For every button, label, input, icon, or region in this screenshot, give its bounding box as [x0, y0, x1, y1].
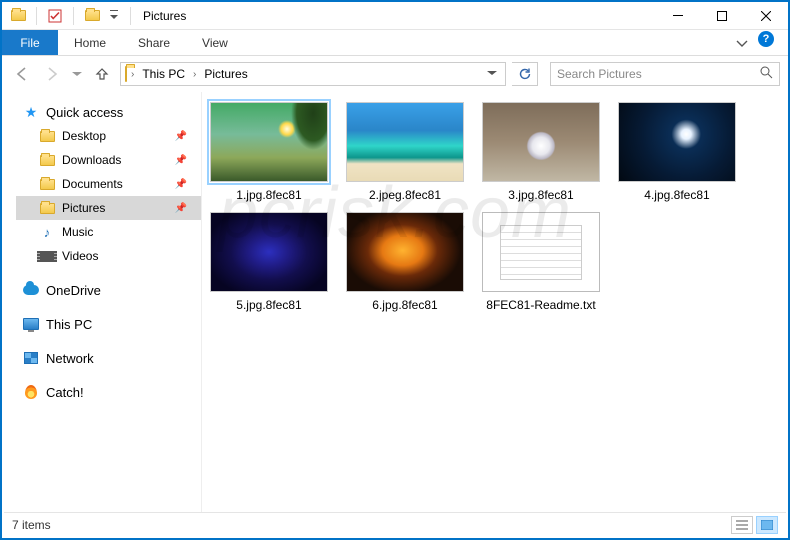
close-button[interactable]: [744, 2, 788, 30]
location-folder-icon: [125, 67, 127, 81]
sidebar-item-label: Downloads: [62, 153, 121, 167]
sidebar-label: Network: [46, 351, 94, 366]
file-name: 3.jpg.8fec81: [508, 188, 573, 202]
thumbnail-image: [210, 212, 328, 292]
recent-locations-icon[interactable]: [70, 62, 84, 86]
file-item[interactable]: 5.jpg.8fec81: [208, 212, 330, 312]
thumbnail-image: [210, 102, 328, 182]
sidebar-item-label: Pictures: [62, 201, 105, 215]
ribbon: File Home Share View ?: [2, 30, 788, 56]
quick-access-toolbar: [8, 6, 124, 26]
file-name: 5.jpg.8fec81: [236, 298, 301, 312]
star-icon: ★: [22, 103, 40, 121]
expand-ribbon-icon[interactable]: [728, 30, 756, 55]
sidebar-item-desktop[interactable]: Desktop 📌: [16, 124, 201, 148]
pin-icon: 📌: [175, 131, 187, 142]
sidebar-item-label: Videos: [62, 249, 98, 263]
forward-button[interactable]: [40, 62, 64, 86]
sidebar-item-label: Music: [62, 225, 93, 239]
file-name: 6.jpg.8fec81: [372, 298, 437, 312]
sidebar-catch[interactable]: Catch!: [16, 380, 201, 404]
folder-icon: [38, 247, 56, 265]
monitor-icon: [22, 315, 40, 333]
nav-row: › This PC › Pictures: [2, 56, 788, 92]
file-item[interactable]: 1.jpg.8fec81: [208, 102, 330, 202]
details-view-button[interactable]: [731, 516, 753, 534]
back-button[interactable]: [10, 62, 34, 86]
explorer-icon: [8, 6, 28, 26]
title-bar: Pictures: [2, 2, 788, 30]
tab-view[interactable]: View: [186, 30, 244, 55]
sidebar-onedrive[interactable]: OneDrive: [16, 278, 201, 302]
qat-newfolder-icon[interactable]: [82, 6, 102, 26]
search-input[interactable]: [557, 67, 760, 81]
sidebar-this-pc[interactable]: This PC: [16, 312, 201, 336]
search-icon[interactable]: [760, 66, 773, 82]
tab-share[interactable]: Share: [122, 30, 186, 55]
folder-icon: [38, 199, 56, 217]
item-count: 7 items: [12, 518, 51, 532]
breadcrumb-pictures[interactable]: Pictures: [200, 67, 251, 81]
pin-icon: 📌: [175, 179, 187, 190]
address-bar[interactable]: › This PC › Pictures: [120, 62, 506, 86]
sidebar-label: This PC: [46, 317, 92, 332]
address-dropdown-icon[interactable]: [483, 67, 501, 81]
folder-icon: ♪: [38, 223, 56, 241]
file-item[interactable]: 8FEC81-Readme.txt: [480, 212, 602, 312]
cloud-icon: [22, 281, 40, 299]
sidebar-item-music[interactable]: ♪ Music: [16, 220, 201, 244]
window-title: Pictures: [143, 9, 186, 23]
file-name: 4.jpg.8fec81: [644, 188, 709, 202]
sidebar-item-pictures[interactable]: Pictures 📌: [16, 196, 201, 220]
sidebar-label: Quick access: [46, 105, 123, 120]
folder-icon: [38, 175, 56, 193]
thumbnail-image: [346, 212, 464, 292]
flame-icon: [22, 383, 40, 401]
search-box[interactable]: [550, 62, 780, 86]
file-name: 2.jpeg.8fec81: [369, 188, 441, 202]
file-tab[interactable]: File: [2, 30, 58, 55]
sidebar-label: Catch!: [46, 385, 84, 400]
sidebar-item-label: Desktop: [62, 129, 106, 143]
chevron-right-icon[interactable]: ›: [131, 69, 134, 80]
status-bar: 7 items: [4, 512, 786, 536]
text-file-icon: [482, 212, 600, 292]
thumbnails-view-button[interactable]: [756, 516, 778, 534]
file-name: 1.jpg.8fec81: [236, 188, 301, 202]
file-item[interactable]: 2.jpeg.8fec81: [344, 102, 466, 202]
help-button[interactable]: ?: [758, 31, 782, 55]
thumbnail-image: [482, 102, 600, 182]
breadcrumb-this-pc[interactable]: This PC: [138, 67, 189, 81]
file-view[interactable]: 1.jpg.8fec81 2.jpeg.8fec81 3.jpg.8fec81 4.j…: [202, 92, 788, 512]
sidebar-item-documents[interactable]: Documents 📌: [16, 172, 201, 196]
sidebar-label: OneDrive: [46, 283, 101, 298]
folder-icon: [38, 151, 56, 169]
maximize-button[interactable]: [700, 2, 744, 30]
file-name: 8FEC81-Readme.txt: [486, 298, 595, 312]
sidebar-network[interactable]: Network: [16, 346, 201, 370]
thumbnail-image: [618, 102, 736, 182]
refresh-button[interactable]: [512, 62, 538, 86]
thumbnail-image: [346, 102, 464, 182]
chevron-right-icon[interactable]: ›: [193, 69, 196, 80]
up-button[interactable]: [90, 62, 114, 86]
file-item[interactable]: 3.jpg.8fec81: [480, 102, 602, 202]
sidebar-item-videos[interactable]: Videos: [16, 244, 201, 268]
tab-home[interactable]: Home: [58, 30, 122, 55]
navigation-pane: ★ Quick access Desktop📌Downloads📌Documen…: [2, 92, 202, 512]
pin-icon: 📌: [175, 203, 187, 214]
qat-dropdown-icon[interactable]: [104, 6, 124, 26]
qat-properties-icon[interactable]: [45, 6, 65, 26]
minimize-button[interactable]: [656, 2, 700, 30]
sidebar-quick-access[interactable]: ★ Quick access: [16, 100, 201, 124]
file-item[interactable]: 6.jpg.8fec81: [344, 212, 466, 312]
network-icon: [22, 349, 40, 367]
pin-icon: 📌: [175, 155, 187, 166]
folder-icon: [38, 127, 56, 145]
file-item[interactable]: 4.jpg.8fec81: [616, 102, 738, 202]
sidebar-item-label: Documents: [62, 177, 123, 191]
sidebar-item-downloads[interactable]: Downloads 📌: [16, 148, 201, 172]
